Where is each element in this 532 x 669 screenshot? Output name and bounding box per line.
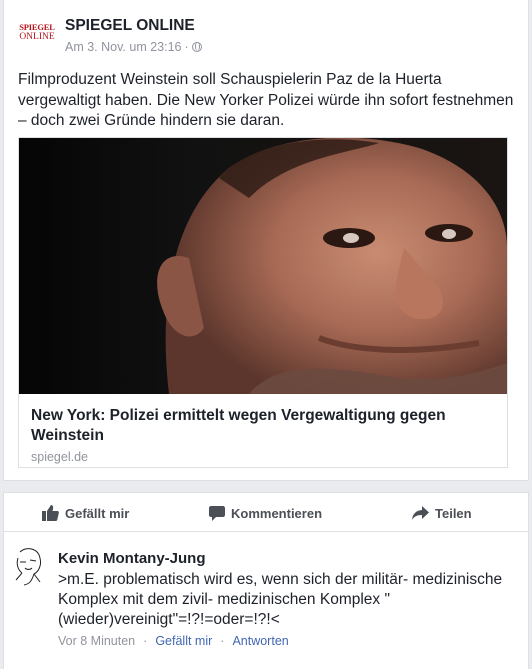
- speech-bubble-icon: [209, 505, 225, 521]
- page-name[interactable]: SPIEGEL ONLINE: [65, 17, 195, 35]
- comment-label: Kommentieren: [231, 505, 323, 521]
- comment-time[interactable]: Vor 8 Minuten: [58, 634, 135, 648]
- comment-separator: ·: [220, 634, 225, 648]
- like-button[interactable]: Gefällt mir: [42, 493, 129, 533]
- meta-separator: ·: [184, 40, 189, 54]
- action-bar: Gefällt mir Kommentieren Teilen: [3, 492, 529, 532]
- share-button[interactable]: Teilen: [412, 493, 472, 533]
- link-preview-domain: spiegel.de: [31, 450, 88, 464]
- comment-text: >m.E. problematisch wird es, wenn sich d…: [58, 571, 503, 628]
- link-preview-body[interactable]: New York: Polizei ermittelt wegen Vergew…: [31, 406, 497, 464]
- comment-reply-link[interactable]: Antworten: [232, 634, 288, 648]
- page-logo-line2: ONLINE: [19, 32, 55, 42]
- link-preview[interactable]: New York: Polizei ermittelt wegen Vergew…: [18, 137, 508, 468]
- comment-author[interactable]: Kevin Montany-Jung: [58, 550, 206, 567]
- post-text: Filmproduzent Weinstein soll Schauspiele…: [18, 71, 514, 129]
- link-preview-title[interactable]: New York: Polizei ermittelt wegen Vergew…: [31, 406, 497, 446]
- share-label: Teilen: [435, 505, 472, 521]
- comment-like-link[interactable]: Gefällt mir: [155, 634, 212, 648]
- post-meta: Am 3. Nov. um 23:16 ·: [65, 40, 202, 54]
- globe-icon[interactable]: [191, 42, 202, 52]
- page-logo-line1: SPIEGEL: [19, 22, 55, 32]
- like-label: Gefällt mir: [65, 505, 130, 521]
- link-preview-image[interactable]: [19, 138, 507, 394]
- comment-button[interactable]: Kommentieren: [209, 493, 322, 533]
- page-logo[interactable]: SPIEGEL ONLINE: [18, 22, 56, 48]
- comment-section: Kevin Montany-Jung >m.E. problematisch w…: [3, 532, 529, 669]
- comment-separator: ·: [143, 634, 148, 648]
- post-timestamp[interactable]: Am 3. Nov. um 23:16: [65, 40, 182, 54]
- post-card: SPIEGEL ONLINE SPIEGEL ONLINE Am 3. Nov.…: [3, 0, 529, 481]
- thumbs-up-icon: [42, 505, 59, 521]
- avatar[interactable]: [10, 546, 46, 586]
- portrait-photo: [19, 138, 507, 394]
- comment-meta: Vor 8 Minuten · Gefällt mir · Antworten: [58, 634, 289, 648]
- share-arrow-icon: [412, 506, 429, 520]
